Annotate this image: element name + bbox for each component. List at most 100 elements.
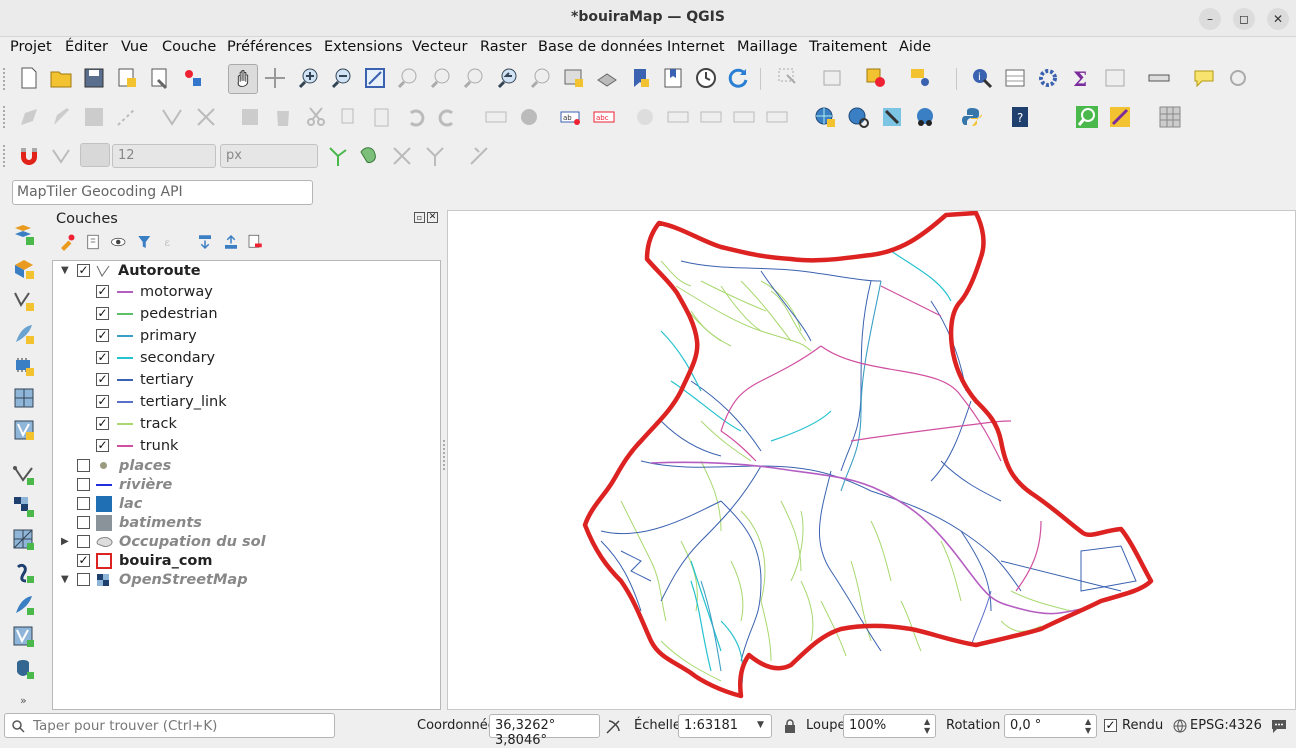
save-edits-icon[interactable] <box>82 105 106 129</box>
rotate-label-icon[interactable] <box>732 105 756 129</box>
extents-toggle-icon[interactable] <box>604 718 622 736</box>
map-tips-icon[interactable] <box>1192 66 1216 90</box>
menu-extensions[interactable]: Extensions <box>324 39 403 55</box>
python-console-icon[interactable] <box>960 105 984 129</box>
show-hide-labels-icon[interactable] <box>666 105 690 129</box>
select-features-icon[interactable] <box>776 66 800 90</box>
locator-settings-icon[interactable] <box>1226 66 1250 90</box>
layer-checkbox[interactable] <box>77 573 90 586</box>
identify-features-icon[interactable]: i <box>970 66 994 90</box>
toolbar-overflow-icon[interactable]: » <box>20 694 27 707</box>
add-virtual-layer-icon[interactable] <box>12 625 36 649</box>
snap-intersection-icon[interactable] <box>357 144 381 168</box>
collapse-arrow-icon[interactable]: ▼ <box>61 570 69 590</box>
add-mesh-layer-icon[interactable] <box>12 528 36 552</box>
spin-arrows-icon[interactable]: ▲ ▼ <box>1085 717 1091 735</box>
zoom-next-icon[interactable] <box>529 66 553 90</box>
raster-calculator-icon[interactable] <box>1158 105 1182 129</box>
zoom-native-icon[interactable] <box>462 66 486 90</box>
map-canvas[interactable] <box>447 210 1296 710</box>
category-row-pedestrian[interactable]: ✓ pedestrian <box>53 304 433 324</box>
snapping-mode-icon[interactable] <box>49 144 73 168</box>
crs-label[interactable]: EPSG:4326 <box>1190 718 1262 733</box>
menu-preferences[interactable]: Préférences <box>227 39 312 55</box>
add-postgis-layer-icon[interactable] <box>12 657 36 681</box>
category-row-primary[interactable]: ✓ primary <box>53 326 433 346</box>
new-map-view-icon[interactable] <box>562 66 586 90</box>
new-virtual-layer-icon[interactable] <box>12 418 36 442</box>
coordinate-capture-icon[interactable] <box>880 105 904 129</box>
category-checkbox[interactable]: ✓ <box>96 329 109 342</box>
zoom-out-icon[interactable] <box>330 66 354 90</box>
deselect-all-icon[interactable] <box>864 66 888 90</box>
snapping-unit-select[interactable]: px <box>220 144 318 168</box>
show-bookmarks-icon[interactable] <box>661 66 685 90</box>
category-checkbox[interactable]: ✓ <box>96 351 109 364</box>
measure-line-icon[interactable] <box>1147 66 1171 90</box>
data-source-manager-icon[interactable] <box>12 223 36 247</box>
new-project-icon[interactable] <box>17 66 41 90</box>
pin-labels-icon[interactable] <box>633 105 657 129</box>
undo-icon[interactable] <box>403 105 427 129</box>
locator-search-input[interactable]: Taper pour trouver (Ctrl+K) <box>4 713 335 738</box>
crs-globe-icon[interactable] <box>1173 719 1187 733</box>
change-label-icon[interactable] <box>765 105 789 129</box>
layer-row-batiments[interactable]: batiments <box>53 513 433 533</box>
statistical-summary-icon[interactable]: Σ <box>1069 66 1093 90</box>
multi-edit-icon[interactable] <box>194 105 218 129</box>
collapse-all-icon[interactable] <box>222 233 240 251</box>
snapping-on-scale-icon[interactable] <box>467 144 491 168</box>
layer-checkbox[interactable] <box>77 497 90 510</box>
layer-checkbox[interactable] <box>77 535 90 548</box>
help-icon[interactable]: ? <box>1008 105 1032 129</box>
menu-couche[interactable]: Couche <box>162 39 216 55</box>
open-project-icon[interactable] <box>49 66 73 90</box>
menu-maillage[interactable]: Maillage <box>737 39 798 55</box>
layer-checkbox[interactable]: ✓ <box>77 264 90 277</box>
snapping-type-button[interactable] <box>80 143 110 167</box>
remove-layer-icon[interactable] <box>246 233 264 251</box>
menu-projet[interactable]: Projet <box>10 39 52 55</box>
add-wfs-icon[interactable] <box>846 105 870 129</box>
toggle-labels-icon[interactable]: abc <box>592 105 616 129</box>
select-location-icon[interactable] <box>908 66 932 90</box>
snapping-magnet-icon[interactable] <box>17 144 41 168</box>
category-row-secondary[interactable]: ✓ secondary <box>53 348 433 368</box>
category-checkbox[interactable]: ✓ <box>96 285 109 298</box>
category-row-tertiary-link[interactable]: ✓ tertiary_link <box>53 392 433 412</box>
menu-base-de-donnees[interactable]: Base de données <box>538 39 663 55</box>
add-spatialite-layer-icon[interactable] <box>12 593 36 617</box>
copy-features-icon[interactable] <box>337 105 361 129</box>
layout-manager-icon[interactable] <box>148 66 172 90</box>
add-raster-layer-icon[interactable] <box>12 495 36 519</box>
panel-float-icon[interactable]: ▫ <box>414 212 425 223</box>
temporal-controller-icon[interactable] <box>694 66 718 90</box>
layer-row-places[interactable]: places <box>53 456 433 476</box>
menu-raster[interactable]: Raster <box>480 39 527 55</box>
self-snapping-icon[interactable] <box>423 144 447 168</box>
maximize-button[interactable]: ◻ <box>1233 8 1255 30</box>
minimize-button[interactable]: – <box>1199 8 1221 30</box>
open-field-calculator-icon[interactable] <box>1003 66 1027 90</box>
map-drawing[interactable] <box>448 211 1296 710</box>
rotation-input[interactable]: 0,0 ° <box>1004 714 1097 738</box>
snapping-tolerance-input[interactable]: 12 <box>112 144 216 168</box>
category-checkbox[interactable]: ✓ <box>96 373 109 386</box>
menu-aide[interactable]: Aide <box>899 39 931 55</box>
add-delimited-text-icon[interactable] <box>12 561 36 585</box>
menu-vecteur[interactable]: Vecteur <box>412 39 467 55</box>
style-manager-icon[interactable] <box>181 66 205 90</box>
new-memory-layer-icon[interactable] <box>12 354 36 378</box>
topological-editing-icon[interactable] <box>326 144 350 168</box>
layer-checkbox[interactable]: ✓ <box>77 554 90 567</box>
layer-row-lac[interactable]: lac <box>53 494 433 514</box>
spin-arrows-icon[interactable]: ▲ ▼ <box>924 717 930 735</box>
layer-row-autoroute[interactable]: ▼ ✓ Autoroute <box>53 261 433 281</box>
pan-to-selection-icon[interactable] <box>263 66 287 90</box>
new-geopackage-icon[interactable] <box>12 257 36 281</box>
coordinate-input[interactable]: 36,3262° 3,8046° <box>489 714 600 748</box>
manage-visibility-icon[interactable] <box>109 233 129 251</box>
attribute-table-icon[interactable] <box>1103 66 1127 90</box>
quickmapservices-icon[interactable] <box>913 105 937 129</box>
new-spatialite-icon[interactable] <box>12 322 36 346</box>
